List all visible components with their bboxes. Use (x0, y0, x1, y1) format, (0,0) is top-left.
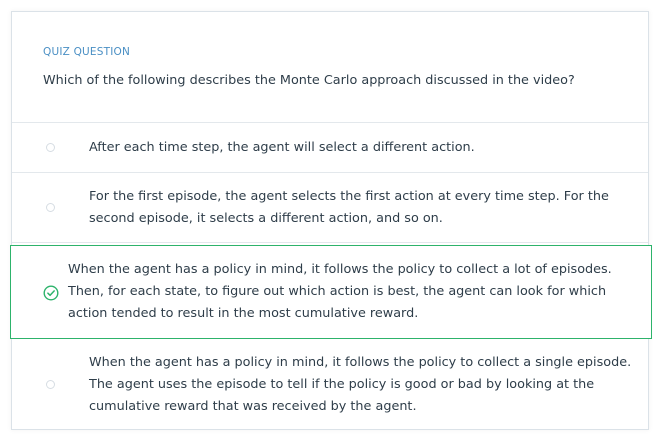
answer-line: When the agent has a policy in mind, it … (89, 354, 632, 370)
answer-line: The agent uses the episode to tell if th… (89, 376, 595, 392)
answer-line: When the agent has a policy in mind, it … (68, 262, 612, 277)
radio-unchecked-icon[interactable] (46, 143, 55, 152)
answer-text-2: For the first episode, the agent selects… (89, 186, 609, 230)
quiz-header: QUIZ QUESTION Which of the following des… (12, 12, 648, 123)
quiz-question: Which of the following describes the Mon… (43, 73, 575, 88)
radio-unchecked-icon[interactable] (46, 203, 55, 212)
quiz-card: QUIZ QUESTION Which of the following des… (10, 11, 652, 432)
quiz-eyebrow: QUIZ QUESTION (43, 46, 131, 58)
answer-text-1: After each time step, the agent will sel… (89, 137, 475, 159)
answer-option-1[interactable]: After each time step, the agent will sel… (12, 123, 648, 173)
answer-line: For the first episode, the agent selects… (89, 188, 609, 204)
answer-line: action tended to result in the most cumu… (68, 306, 419, 321)
answer-text-3: When the agent has a policy in mind, it … (68, 259, 612, 325)
answer-option-3-selected[interactable]: When the agent has a policy in mind, it … (10, 245, 652, 339)
answer-line: After each time step, the agent will sel… (89, 139, 475, 155)
check-circle-icon (43, 285, 59, 301)
answer-line: cumulative reward that was received by t… (89, 398, 417, 414)
answer-line: Then, for each state, to figure out whic… (68, 284, 607, 299)
radio-unchecked-icon[interactable] (46, 380, 55, 389)
answer-option-2[interactable]: For the first episode, the agent selects… (12, 173, 648, 243)
answer-text-4: When the agent has a policy in mind, it … (89, 352, 631, 418)
answer-line: second episode, it selects a different a… (89, 210, 443, 226)
answer-option-4[interactable]: When the agent has a policy in mind, it … (12, 337, 648, 432)
